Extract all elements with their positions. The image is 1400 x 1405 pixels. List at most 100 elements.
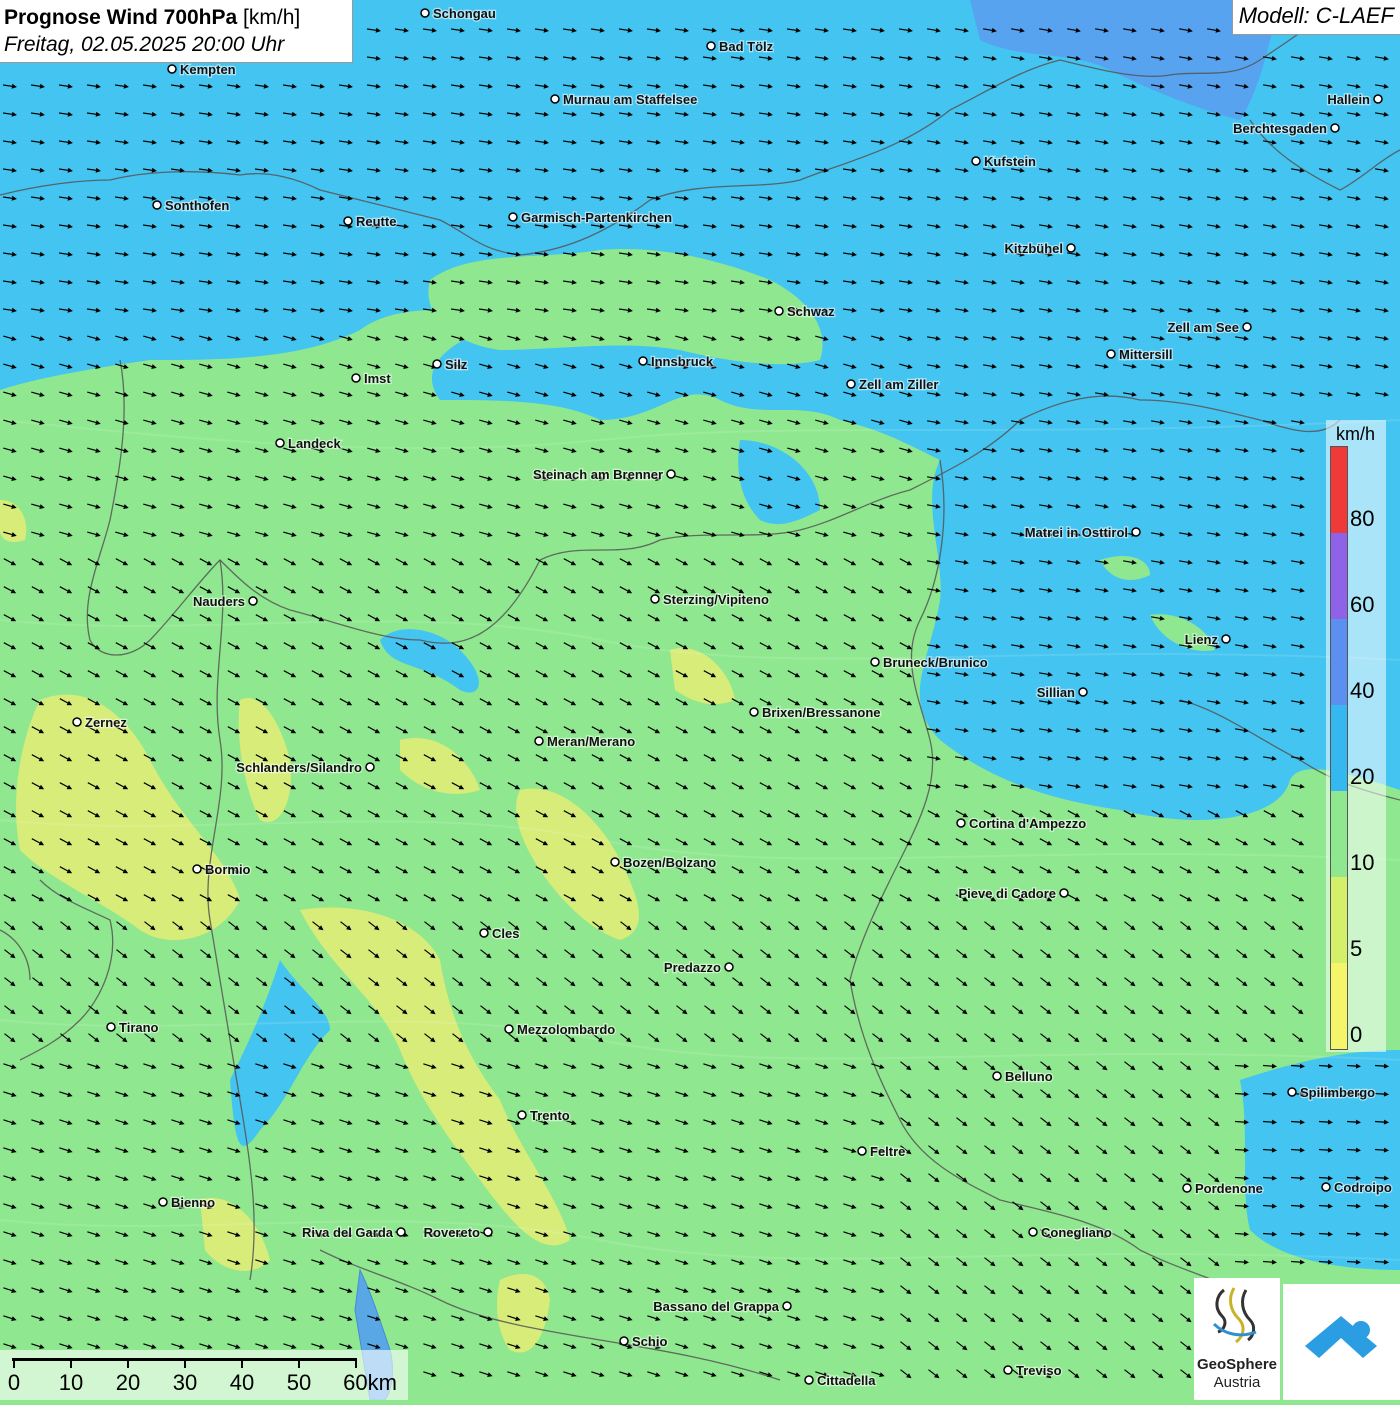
city-dot	[1078, 687, 1088, 697]
legend-unit: km/h	[1336, 424, 1376, 444]
city-dot	[992, 1071, 1002, 1081]
city-dot	[517, 1110, 527, 1120]
city-label: Belluno	[1005, 1069, 1053, 1084]
city-dot	[610, 857, 620, 867]
app-mountain-icon	[1305, 1316, 1377, 1358]
city-label: Pordenone	[1195, 1181, 1263, 1196]
city-dot	[971, 156, 981, 166]
map-title-unit: [km/h]	[243, 6, 301, 29]
city-marker: Pordenone	[1182, 1180, 1264, 1197]
city-label: Lienz	[1185, 632, 1219, 647]
city-marker: Schlanders/Silandro	[235, 759, 375, 776]
city-label: Sterzing/Vipiteno	[663, 592, 769, 607]
city-label: Imst	[364, 371, 391, 386]
city-label: Silz	[445, 357, 468, 372]
city-marker: Conegliano	[1028, 1224, 1113, 1241]
scale-label: 50	[286, 1370, 312, 1395]
city-dot	[72, 717, 82, 727]
scale-label: 40	[229, 1370, 255, 1395]
city-dot	[804, 1375, 814, 1385]
city-dot	[420, 8, 430, 18]
scale-notch	[355, 1358, 357, 1368]
city-label: Feltre	[870, 1144, 905, 1159]
city-label: Mezzolombardo	[517, 1022, 615, 1037]
city-dot	[483, 1227, 493, 1237]
city-label: Landeck	[288, 436, 342, 451]
city-dot	[365, 762, 375, 772]
city-label: Schio	[632, 1334, 667, 1349]
city-label: Berchtesgaden	[1233, 121, 1327, 136]
legend-color-segment	[1331, 877, 1347, 963]
city-label: Innsbruck	[651, 354, 714, 369]
city-dot	[724, 962, 734, 972]
city-label: Kufstein	[984, 154, 1036, 169]
city-marker: Schongau	[420, 5, 497, 22]
city-label: Zell am See	[1167, 320, 1239, 335]
city-marker: Matrei in Osttirol	[1023, 524, 1141, 541]
city-label: Steinach am Brenner	[533, 467, 663, 482]
city-dot	[1106, 349, 1116, 359]
city-marker: Murnau am Staffelsee	[550, 91, 699, 108]
city-label: Tirano	[119, 1020, 159, 1035]
city-label: Rovereto	[424, 1225, 480, 1240]
legend-color-segment	[1331, 963, 1347, 1049]
map-title: Prognose Wind 700hPa [km/h]	[4, 4, 352, 31]
city-dot	[152, 200, 162, 210]
scale-notch	[184, 1358, 186, 1368]
logo-line1: GeoSphere	[1196, 1356, 1278, 1373]
city-label: Spilimbergo	[1300, 1085, 1375, 1100]
city-dot	[666, 469, 676, 479]
city-label: Meran/Merano	[547, 734, 635, 749]
city-dot	[706, 41, 716, 51]
city-dot	[158, 1197, 168, 1207]
city-label: Sonthofen	[165, 198, 229, 213]
city-label: Codroipo	[1334, 1180, 1392, 1195]
city-label: Schwaz	[787, 304, 835, 319]
city-label: Conegliano	[1041, 1225, 1112, 1240]
city-label: Riva del Garda	[302, 1225, 394, 1240]
city-dot	[1321, 1182, 1331, 1192]
city-dot	[396, 1227, 406, 1237]
city-marker: Cortina d'Ampezzo	[956, 815, 1088, 832]
legend-color-segment	[1331, 791, 1347, 877]
city-label: Nauders	[193, 594, 245, 609]
city-dot	[749, 707, 759, 717]
city-label: Hallein	[1327, 92, 1370, 107]
city-marker: Brixen/Bressanone	[749, 704, 882, 721]
map-title-box: Prognose Wind 700hPa [km/h] Freitag, 02.…	[0, 0, 353, 63]
city-label: Predazzo	[664, 960, 721, 975]
legend-tick-label: 40	[1350, 678, 1375, 703]
city-dot	[504, 1024, 514, 1034]
city-marker: Bassano del Grappa	[652, 1298, 792, 1315]
city-dot	[1003, 1365, 1013, 1375]
city-label: Bruneck/Brunico	[883, 655, 988, 670]
city-dot	[782, 1301, 792, 1311]
city-dot	[1373, 94, 1383, 104]
geosphere-swirl-icon	[1212, 1287, 1257, 1344]
scale-notch	[70, 1358, 72, 1368]
legend-tick-label: 0	[1350, 1022, 1363, 1047]
geosphere-logo: GeoSphere Austria	[1194, 1278, 1280, 1400]
scale-notch	[298, 1358, 300, 1368]
city-dot	[248, 596, 258, 606]
city-label: Zernez	[85, 715, 127, 730]
city-dot	[508, 212, 518, 222]
legend-color-segment	[1331, 533, 1347, 619]
city-label: Bad Tölz	[719, 39, 774, 54]
city-marker: Zell am See	[1166, 319, 1252, 336]
city-dot	[857, 1146, 867, 1156]
scale-notch	[13, 1358, 15, 1368]
city-label: Garmisch-Partenkirchen	[521, 210, 672, 225]
city-label: Brixen/Bressanone	[762, 705, 881, 720]
city-marker: Zell am Ziller	[846, 376, 940, 393]
city-dot	[1066, 243, 1076, 253]
city-marker: Bruneck/Brunico	[870, 654, 989, 671]
city-dot	[550, 94, 560, 104]
city-label: Pieve di Cadore	[958, 886, 1056, 901]
legend-color-segment	[1331, 619, 1347, 705]
color-legend: km/h 80 60 40 20 10 5 0	[1326, 420, 1386, 1052]
city-dot	[1221, 634, 1231, 644]
wind-map: Schongau Bad Tölz Kempten Murnau am Staffel…	[0, 0, 1400, 1400]
city-label: Murnau am Staffelsee	[563, 92, 697, 107]
app-logo	[1283, 1284, 1400, 1400]
